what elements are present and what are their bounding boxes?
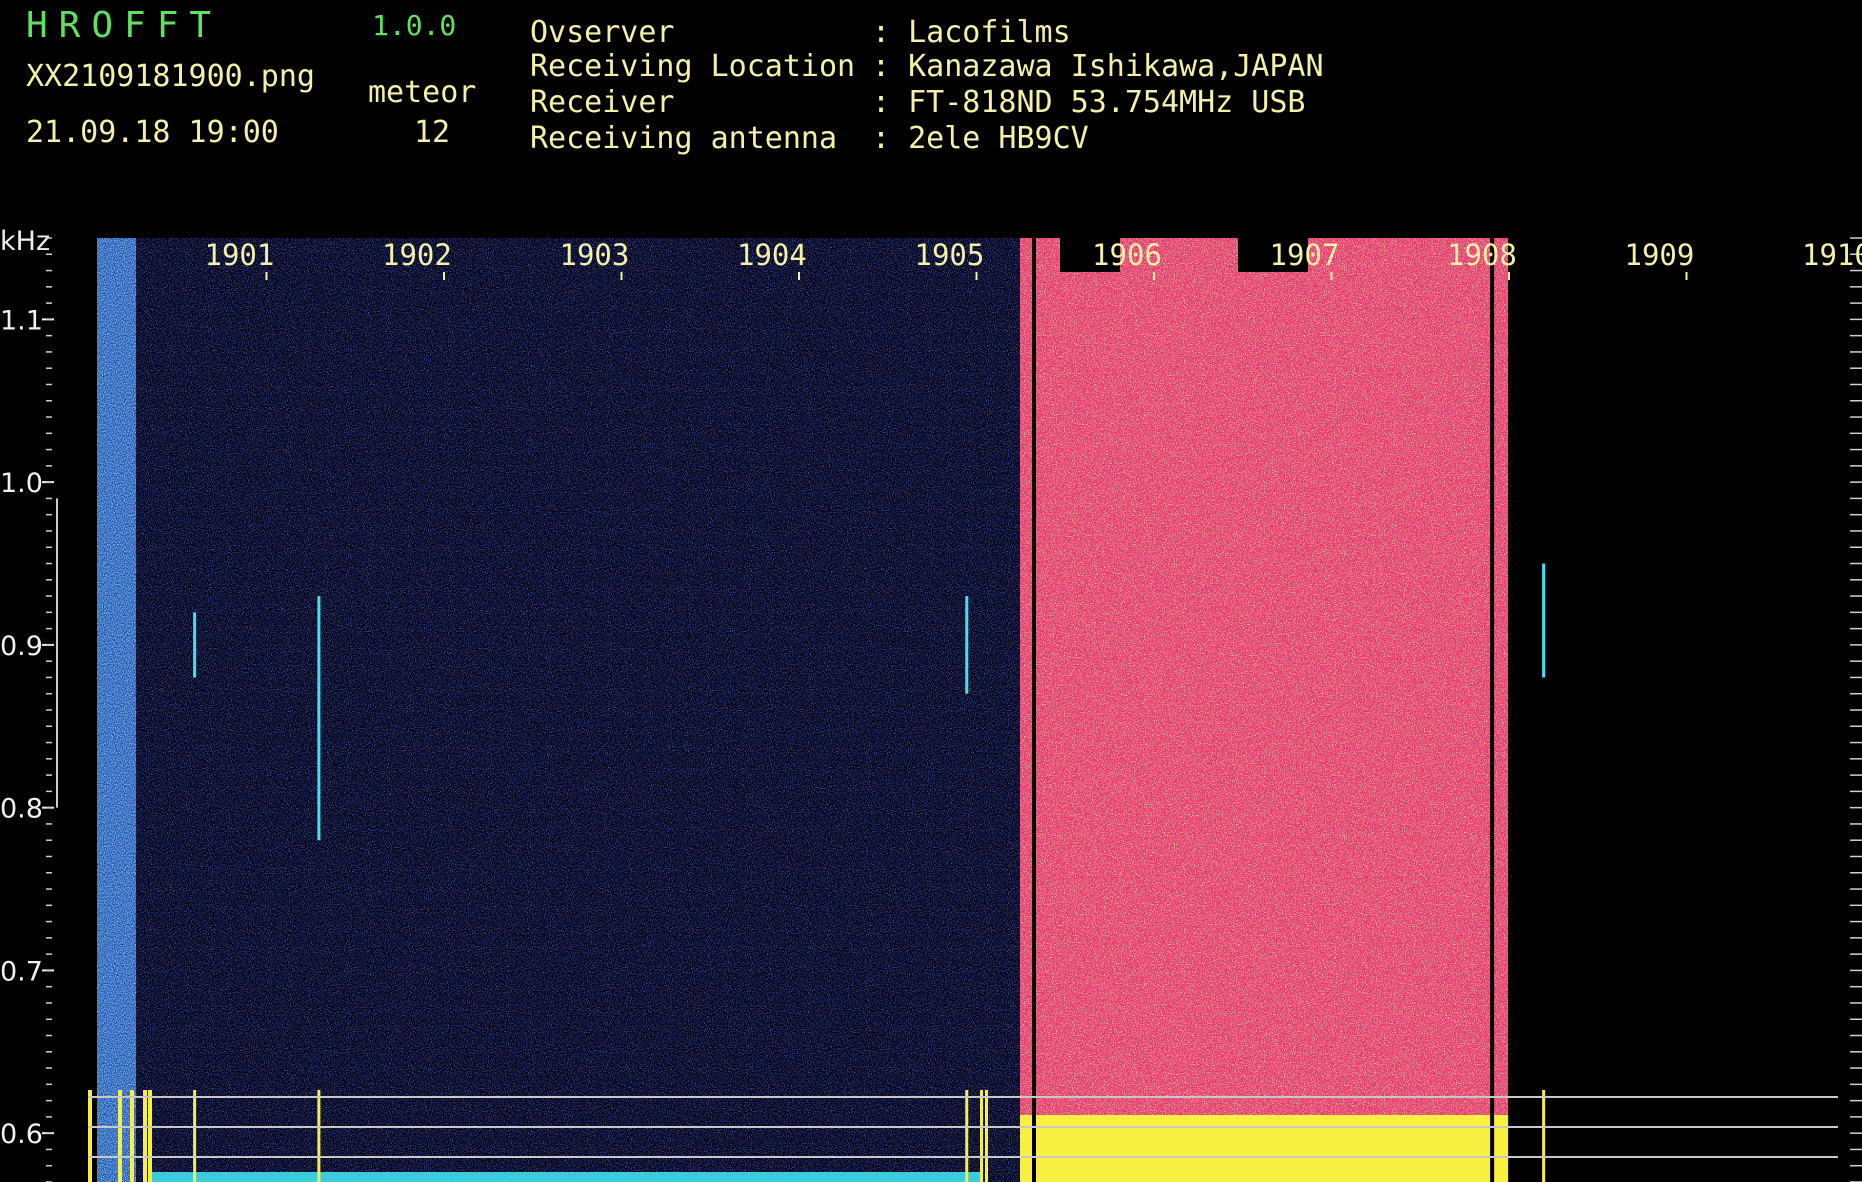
region-1-noise (136, 238, 1021, 1182)
y-axis-unit: kHz (0, 226, 50, 257)
edge-spike-0 (88, 1090, 92, 1182)
x-tick-label-1907: 1907 (1270, 238, 1340, 272)
x-tick-label-1903: 1903 (560, 238, 630, 272)
y-tick-label-0: 1.1 (0, 305, 43, 336)
edge-spike-4 (148, 1090, 152, 1182)
edge-spike-2 (130, 1090, 134, 1182)
x-tick-label-1910: 1910 (1802, 238, 1862, 272)
right-spike-1 (985, 1090, 988, 1182)
y-tick-label-4: 0.7 (0, 956, 43, 987)
x-tick-label-1901: 1901 (205, 238, 275, 272)
x-tick-label-1905: 1905 (915, 238, 985, 272)
saturation-yellow-band (1020, 1115, 1509, 1182)
y-tick-label-1: 1.0 (0, 468, 43, 499)
baseline-cyan-trace (150, 1172, 980, 1182)
x-tick-label-1909: 1909 (1625, 238, 1695, 272)
saturation-edge-left (1032, 238, 1036, 1182)
spectrogram-chart: kHz 1.1 1.0 0.9 0.8 0.7 0.6 1901 1902 1903 1904 190… (0, 226, 1862, 1182)
x-tick-label-1906: 1906 (1092, 238, 1162, 272)
plot-background (97, 238, 1862, 1182)
region-3 (1508, 238, 1862, 1182)
saturation-edge-right (1490, 238, 1495, 1182)
y-tick-label-5: 0.6 (0, 1119, 43, 1150)
x-tick-label-1902: 1902 (382, 238, 452, 272)
region-2-noise (1020, 238, 1509, 1182)
edge-spike-3 (143, 1090, 147, 1182)
y-tick-label-2: 0.9 (0, 631, 43, 662)
y-tick-label-3: 0.8 (0, 794, 43, 825)
hrofft-window: HROFFT 1.0.0 XX2109181900.png 21.09.18 1… (0, 0, 1862, 1182)
edge-spike-1 (118, 1090, 122, 1182)
region-0-noise (97, 238, 137, 1182)
x-tick-label-1904: 1904 (737, 238, 807, 272)
right-spike-0 (980, 1090, 983, 1182)
x-tick-label-1908: 1908 (1447, 238, 1517, 272)
